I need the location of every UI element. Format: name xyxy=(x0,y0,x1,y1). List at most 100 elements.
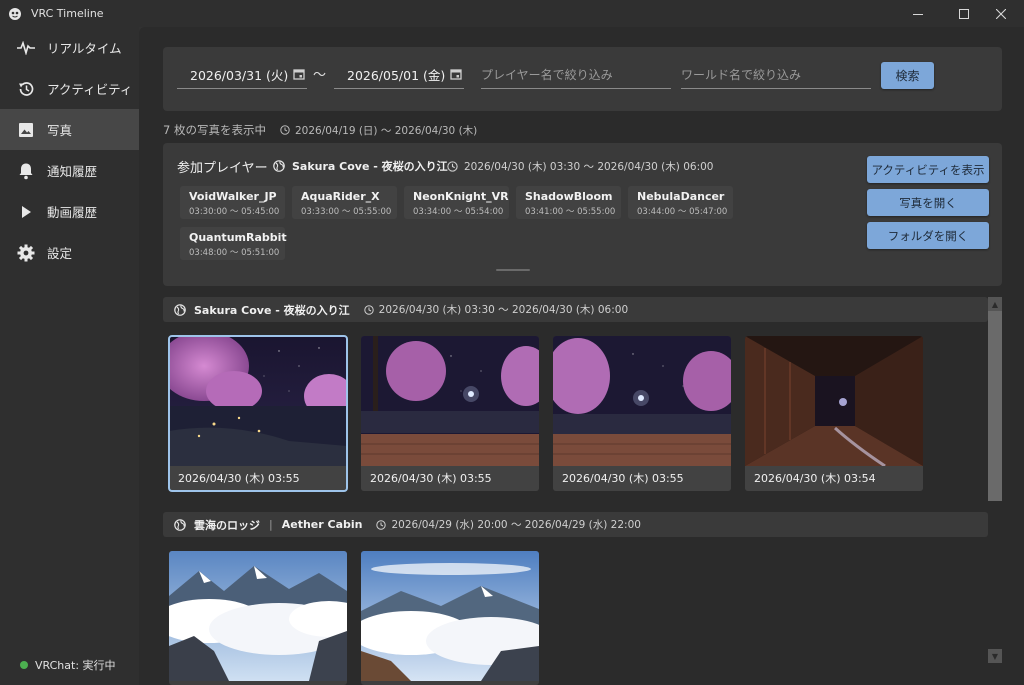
player-chip[interactable]: NebulaDancer 03:44:00 〜 05:47:00 xyxy=(628,186,733,219)
player-time: 03:41:00 〜 05:55:00 xyxy=(525,207,616,217)
photo-thumbnail[interactable]: 2026/04/30 (木) 03:54 xyxy=(745,336,923,491)
gear-icon xyxy=(17,244,35,262)
window-title: VRC Timeline xyxy=(31,7,104,20)
start-date-value: 2026/03/31 (火) xyxy=(190,68,289,83)
corridor-image xyxy=(745,336,923,466)
clock-icon xyxy=(280,125,290,135)
group-world-name: 雲海のロッジ xyxy=(194,518,260,532)
image-icon xyxy=(17,121,35,139)
mountain-clouds-image xyxy=(169,551,347,681)
status-indicator-icon xyxy=(20,661,28,669)
participants-world-name: Sakura Cove - 夜桜の入り江 xyxy=(292,160,448,173)
bell-icon xyxy=(17,162,35,180)
search-button[interactable]: 検索 xyxy=(881,62,934,89)
player-chip[interactable]: NeonKnight_VR 03:34:00 〜 05:54:00 xyxy=(404,186,509,219)
player-time: 03:33:00 〜 05:55:00 xyxy=(301,207,392,217)
minimize-icon xyxy=(913,13,923,15)
photo-thumbnail[interactable] xyxy=(169,551,347,685)
group-world-name: Sakura Cove - 夜桜の入り江 xyxy=(194,303,350,317)
close-button[interactable] xyxy=(978,0,1024,27)
player-chip[interactable]: AquaRider_X 03:33:00 〜 05:55:00 xyxy=(292,186,397,219)
sidebar-item-photos[interactable]: 写真 xyxy=(0,109,139,150)
sidebar-item-notifications[interactable]: 通知履歴 xyxy=(0,150,139,191)
open-photo-button[interactable]: 写真を開く xyxy=(867,189,989,216)
player-time: 03:48:00 〜 05:51:00 xyxy=(189,248,280,258)
participants-world: Sakura Cove - 夜桜の入り江 xyxy=(273,158,448,174)
player-name: QuantumRabbit xyxy=(189,231,287,244)
result-summary: 7 枚の写真を表示中 2026/04/19 (日) 〜 2026/04/30 (… xyxy=(163,122,477,138)
player-name: NebulaDancer xyxy=(637,190,725,203)
sidebar-item-activity[interactable]: アクティビティ xyxy=(0,68,139,109)
clock-icon xyxy=(363,304,374,315)
main-content: 2026/03/31 (火) 〜 2026/05/01 (金) プレイヤー名で絞… xyxy=(139,27,1024,685)
close-icon xyxy=(996,8,1006,19)
photo-date: 2026/04/30 (木) 03:54 xyxy=(745,466,923,491)
photo-date: 2026/04/30 (木) 03:55 xyxy=(553,466,731,491)
player-chip[interactable]: ShadowBloom 03:41:00 〜 05:55:00 xyxy=(516,186,621,219)
app-logo-icon xyxy=(7,6,23,22)
group-time: 2026/04/29 (水) 20:00 〜 2026/04/29 (水) 22… xyxy=(376,517,641,532)
player-time: 03:34:00 〜 05:54:00 xyxy=(413,207,504,217)
participants-time: 2026/04/30 (木) 03:30 〜 2026/04/30 (木) 06… xyxy=(447,159,713,174)
sidebar-item-videos[interactable]: 動画履歴 xyxy=(0,191,139,232)
end-date-field[interactable]: 2026/05/01 (金) xyxy=(334,61,464,89)
calendar-icon[interactable] xyxy=(293,68,305,80)
status-text: VRChat: 実行中 xyxy=(35,659,116,672)
globe-icon xyxy=(174,303,186,316)
photo-group-header[interactable]: 雲海のロッジ | Aether Cabin 2026/04/29 (水) 20:… xyxy=(163,512,988,537)
photo-count-text: 7 枚の写真を表示中 xyxy=(163,123,266,137)
scroll-thumb[interactable] xyxy=(988,311,1002,501)
summary-range-text: 2026/04/19 (日) 〜 2026/04/30 (木) xyxy=(294,124,478,137)
start-date-field[interactable]: 2026/03/31 (火) xyxy=(177,61,307,89)
photo-thumbnail[interactable]: 2026/04/30 (木) 03:55 xyxy=(168,335,348,492)
pulse-icon xyxy=(17,39,35,57)
sidebar-item-label: アクティビティ xyxy=(47,82,133,97)
sidebar-item-settings[interactable]: 設定 xyxy=(0,232,139,273)
collapse-handle[interactable] xyxy=(496,269,530,271)
calendar-icon[interactable] xyxy=(450,68,462,80)
show-activity-button[interactable]: アクティビティを表示 xyxy=(867,156,989,183)
photo-thumbnail[interactable] xyxy=(361,551,539,685)
mountain-clouds-image xyxy=(361,551,539,681)
world-filter-placeholder: ワールド名で絞り込み xyxy=(681,68,802,82)
maximize-icon xyxy=(959,8,969,19)
sidebar-item-label: 写真 xyxy=(47,123,73,138)
globe-icon xyxy=(273,160,285,172)
sidebar-item-label: 動画履歴 xyxy=(47,205,98,220)
group-world-subtitle: Aether Cabin xyxy=(281,518,363,531)
player-time: 03:44:00 〜 05:47:00 xyxy=(637,207,728,217)
participants-title: 参加プレイヤー xyxy=(177,161,268,176)
photo-group-header[interactable]: Sakura Cove - 夜桜の入り江 2026/04/30 (木) 03:3… xyxy=(163,297,988,322)
sakura-deck-image xyxy=(361,336,539,466)
vertical-scrollbar[interactable]: ▲ ▼ xyxy=(988,297,1002,667)
participants-time-range: 2026/04/30 (木) 03:30 〜 2026/04/30 (木) 06… xyxy=(464,161,714,173)
participants-card: 参加プレイヤー Sakura Cove - 夜桜の入り江 2026/04/30 … xyxy=(163,143,1002,286)
open-folder-button[interactable]: フォルダを開く xyxy=(867,222,989,249)
scroll-up-icon[interactable]: ▲ xyxy=(988,297,1002,311)
sidebar-item-label: 設定 xyxy=(47,246,73,261)
sakura-deck-image xyxy=(553,336,731,466)
player-name: ShadowBloom xyxy=(525,190,613,203)
player-time: 03:30:00 〜 05:45:00 xyxy=(189,207,280,217)
photo-thumbnail[interactable]: 2026/04/30 (木) 03:55 xyxy=(361,336,539,491)
world-filter-input[interactable]: ワールド名で絞り込み xyxy=(681,61,871,89)
title-bar: VRC Timeline xyxy=(0,0,1024,27)
player-name: AquaRider_X xyxy=(301,190,380,203)
history-icon xyxy=(17,80,35,98)
scroll-down-icon[interactable]: ▼ xyxy=(988,649,1002,663)
player-list: VoidWalker_JP 03:30:00 〜 05:45:00 AquaRi… xyxy=(180,186,740,268)
play-icon xyxy=(17,203,35,221)
group-time-range: 2026/04/30 (木) 03:30 〜 2026/04/30 (木) 06… xyxy=(378,304,629,316)
photo-thumbnail[interactable]: 2026/04/30 (木) 03:55 xyxy=(553,336,731,491)
sidebar-item-label: 通知履歴 xyxy=(47,164,98,179)
clock-icon xyxy=(447,161,458,172)
group-time: 2026/04/30 (木) 03:30 〜 2026/04/30 (木) 06… xyxy=(363,302,629,317)
player-chip[interactable]: VoidWalker_JP 03:30:00 〜 05:45:00 xyxy=(180,186,285,219)
sidebar-item-label: リアルタイム xyxy=(47,41,122,56)
player-chip[interactable]: QuantumRabbit 03:48:00 〜 05:51:00 xyxy=(180,227,287,260)
player-filter-input[interactable]: プレイヤー名で絞り込み xyxy=(481,61,671,89)
group-world-divider: | xyxy=(269,518,273,531)
globe-icon xyxy=(174,518,186,531)
minimize-button[interactable] xyxy=(895,0,941,27)
sidebar-item-realtime[interactable]: リアルタイム xyxy=(0,27,139,68)
